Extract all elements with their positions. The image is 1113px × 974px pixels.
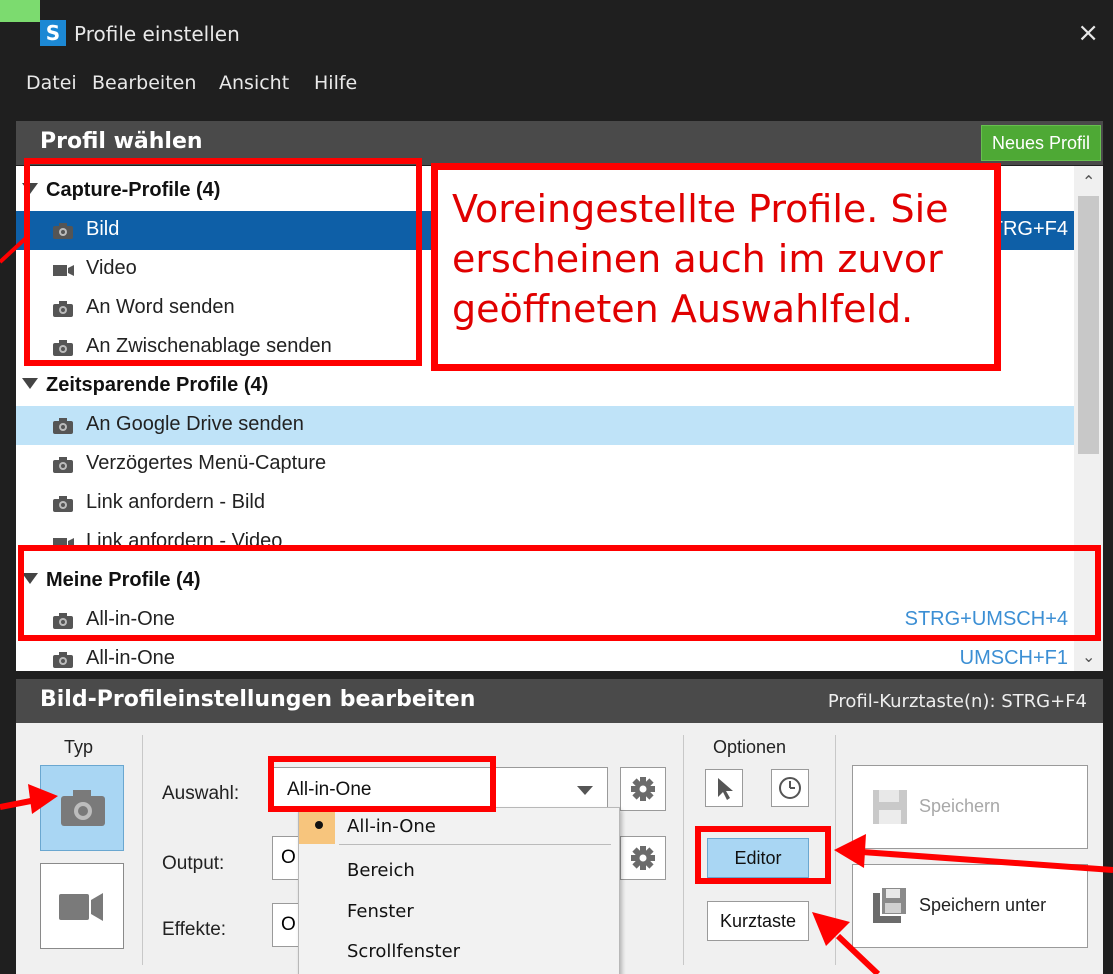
save-as-icon (873, 886, 908, 923)
menu-ansicht[interactable]: Ansicht (219, 72, 289, 94)
scroll-up-icon[interactable]: ⌃ (1082, 172, 1095, 192)
type-video-button[interactable] (40, 863, 124, 949)
typ-label: Typ (64, 737, 94, 757)
profile-group-header[interactable]: Zeitsparende Profile (4) (16, 367, 1074, 406)
annotation-box-editor (695, 826, 831, 884)
save-as-label: Speichern unter (919, 895, 1047, 915)
close-icon[interactable]: × (1077, 18, 1099, 48)
popup-item-all-in-one[interactable]: All-in-One (299, 808, 619, 844)
camera-icon (53, 652, 73, 668)
title-bar: S Profile einstellen × (0, 0, 1113, 62)
auswahl-settings-button[interactable] (620, 767, 666, 811)
profile-item-label: Verzögertes Menü-Capture (86, 452, 327, 474)
output-label: Output: (162, 853, 225, 874)
popup-item-scrollfenster[interactable]: Scrollfenster (299, 933, 619, 969)
type-image-button[interactable] (40, 765, 124, 851)
annotation-callout: Voreingestellte Profile. Sie erscheinen … (431, 163, 1001, 371)
cursor-icon (718, 778, 733, 800)
popup-item-label: Fenster (347, 901, 414, 922)
auswahl-dropdown-menu: All-in-One Bereich Fenster Scrollfenster (298, 807, 620, 974)
separator (142, 735, 143, 965)
profile-item-label: An Google Drive senden (86, 413, 304, 435)
annotation-box-auswahl (268, 756, 496, 812)
save-as-button[interactable]: Speichern unter (852, 864, 1088, 948)
popup-item-fenster[interactable]: Fenster (299, 893, 619, 929)
profile-hotkey: UMSCH+F1 (959, 647, 1068, 669)
chevron-down-icon (577, 786, 593, 795)
gear-icon (631, 777, 655, 801)
cursor-option-button[interactable] (705, 769, 743, 807)
profile-list-item[interactable]: All-in-One UMSCH+F1 (16, 640, 1074, 671)
popup-item-label: Scrollfenster (347, 941, 461, 962)
scroll-thumb[interactable] (1078, 196, 1099, 454)
profile-list-item[interactable]: Link anfordern - Bild (16, 484, 1074, 523)
popup-item-label: Bereich (347, 860, 415, 881)
bullet-icon (315, 821, 323, 829)
save-label: Speichern (919, 796, 1001, 816)
camera-icon (53, 418, 73, 434)
profile-list-item[interactable]: Verzögertes Menü-Capture (16, 445, 1074, 484)
settings-panel: Typ Auswahl: All-in-One Output: O Effekt… (16, 723, 1103, 974)
profile-item-label: All-in-One (86, 647, 175, 669)
popup-item-label: All-in-One (347, 816, 436, 837)
auswahl-label: Auswahl: (162, 783, 240, 804)
profile-list-item[interactable]: An Google Drive senden (16, 406, 1074, 445)
annotation-box-my-profiles (18, 545, 1101, 641)
callout-text: Voreingestellte Profile. Sie erscheinen … (452, 187, 949, 331)
settings-header: Bild-Profileinstellungen bearbeiten Prof… (16, 679, 1103, 723)
video-icon (59, 893, 103, 921)
popup-item-bereich[interactable]: Bereich (299, 852, 619, 888)
profile-item-label: Link anfordern - Bild (86, 491, 265, 513)
scroll-down-icon[interactable]: ⌄ (1082, 647, 1095, 667)
window-title: Profile einstellen (74, 22, 240, 46)
profile-shortcut-label: Profil-Kurztaste(n): STRG+F4 (827, 691, 1087, 712)
effekte-label: Effekte: (162, 919, 227, 940)
separator (339, 844, 611, 845)
profile-window: S Profile einstellen × Datei Bearbeiten … (0, 0, 1113, 974)
annotation-box-capture-profiles (24, 158, 422, 366)
menu-datei[interactable]: Datei (26, 72, 77, 94)
background-strip (0, 0, 40, 22)
separator (835, 735, 836, 965)
menu-bearbeiten[interactable]: Bearbeiten (92, 72, 196, 94)
new-profile-button[interactable]: Neues Profil (980, 125, 1101, 161)
optionen-label: Optionen (713, 737, 787, 757)
save-icon (873, 790, 907, 824)
group-label: Zeitsparende Profile (4) (46, 374, 269, 396)
caret-down-icon[interactable] (22, 378, 38, 389)
save-button[interactable]: Speichern (852, 765, 1088, 849)
separator (683, 735, 684, 965)
menu-hilfe[interactable]: Hilfe (314, 72, 357, 94)
settings-title: Bild-Profileinstellungen bearbeiten (40, 687, 476, 712)
app-logo-icon: S (40, 20, 66, 46)
output-settings-button[interactable] (620, 836, 666, 880)
menu-bar: Datei Bearbeiten Ansicht Hilfe (0, 62, 1113, 106)
camera-icon (53, 457, 73, 473)
profile-select-title: Profil wählen (40, 129, 203, 154)
gear-icon (631, 846, 655, 870)
camera-icon (61, 790, 105, 826)
clock-icon (779, 777, 801, 799)
kurztaste-button[interactable]: Kurztaste (707, 901, 809, 941)
camera-icon (53, 496, 73, 512)
delay-option-button[interactable] (771, 769, 809, 807)
